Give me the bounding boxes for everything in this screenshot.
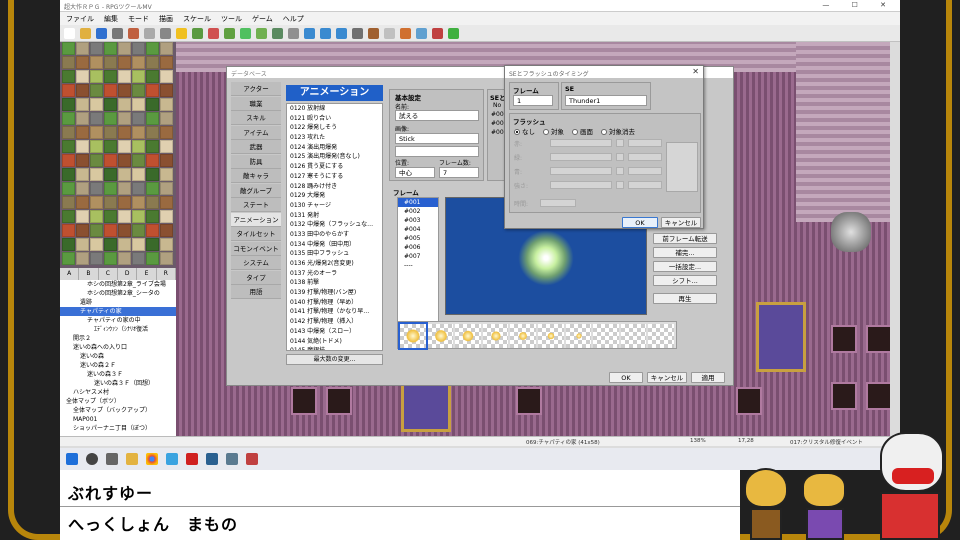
- subtitle-line-1: ぶれすゆー: [68, 484, 154, 503]
- subtitle-box: ぶれすゆー へっくしょん まもの: [60, 470, 740, 540]
- white-character-body: [880, 492, 940, 540]
- yellow-character-body: [750, 508, 782, 540]
- yellow-character-head: [744, 468, 788, 508]
- wario-character-body: [806, 508, 844, 540]
- white-character-mouth: [892, 468, 934, 484]
- wario-character-head: [802, 472, 846, 508]
- subtitle-line-2: へっくしょん まもの: [68, 515, 239, 534]
- subtitle-divider: [60, 506, 740, 507]
- pixel-characters: [740, 430, 960, 540]
